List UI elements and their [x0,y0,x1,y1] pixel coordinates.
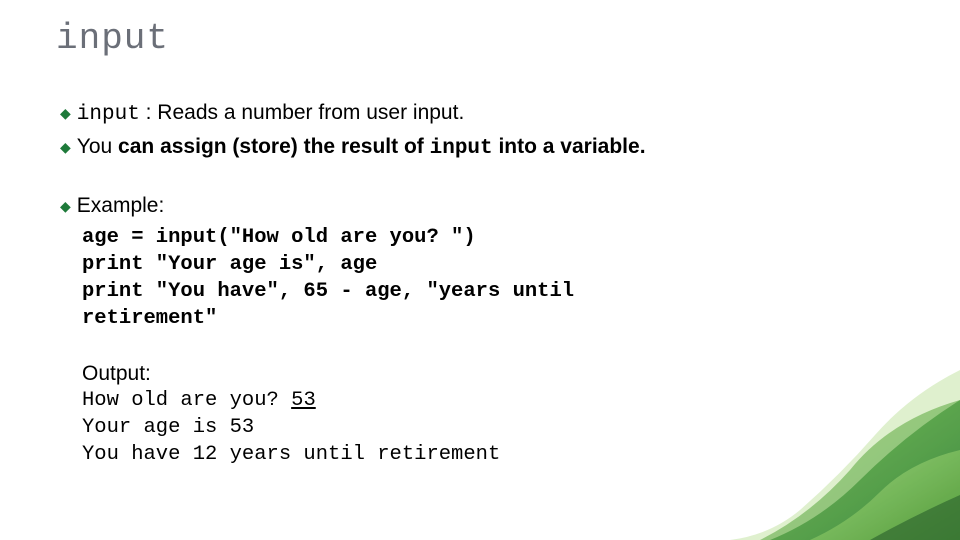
bullet-text: You can assign (store) the result of inp… [77,133,646,163]
output-label: Output: [82,362,904,386]
code-inline: input [430,137,493,160]
bullet-arrow-icon: ◆ [60,138,71,157]
example-code: age = input("How old are you? ") print "… [82,224,904,332]
output-line: Your age is 53 [82,416,254,439]
code-line: retirement" [82,307,217,330]
output-block: How old are you? 53 Your age is 53 You h… [82,388,904,468]
code-inline: input [77,103,140,126]
slide: input ◆ input : Reads a number from user… [0,0,960,540]
text: : Reads a number from user input. [140,101,465,124]
text: You [77,135,112,158]
bullet-example: ◆ Example: [60,192,904,220]
code-line: age = input("How old are you? ") [82,226,476,249]
bullet-arrow-icon: ◆ [60,104,71,123]
slide-title: input [56,18,904,59]
output-line: How old are you? [82,389,291,412]
text-bold: can assign (store) the result of [112,135,429,158]
bullet-assign: ◆ You can assign (store) the result of i… [60,133,904,163]
bullet-text: input : Reads a number from user input. [77,99,465,129]
code-line: print "You have", 65 - age, "years until [82,280,574,303]
output-line: You have 12 years until retirement [82,443,500,466]
text-bold: into a variable. [493,135,646,158]
code-line: print "Your age is", age [82,253,377,276]
bullet-input-desc: ◆ input : Reads a number from user input… [60,99,904,129]
bullet-text: Example: [77,192,165,220]
slide-content: ◆ input : Reads a number from user input… [60,99,904,468]
bullet-arrow-icon: ◆ [60,197,71,216]
output-user-input: 53 [291,389,316,412]
